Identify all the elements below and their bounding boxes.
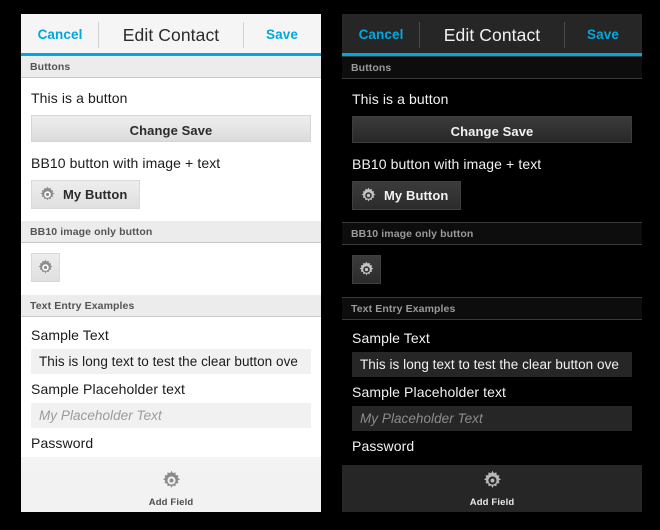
dark-theme-panel: Cancel Edit Contact Save Buttons This is…: [342, 14, 642, 512]
text-entry-section: Sample Text Sample Placeholder text Pass…: [342, 320, 642, 460]
form-body: Buttons This is a button Change Save BB1…: [21, 56, 321, 512]
form-body: Buttons This is a button Change Save BB1…: [342, 56, 642, 512]
text-entry-section: Sample Text Sample Placeholder text Pass…: [21, 317, 321, 457]
sample-placeholder-input[interactable]: [352, 406, 632, 431]
gear-icon: [482, 470, 503, 496]
gear-icon: [37, 259, 54, 276]
section-header-buttons: Buttons: [21, 56, 321, 78]
image-only-section: [21, 243, 321, 295]
my-button-label: My Button: [63, 187, 128, 202]
add-field-label: Add Field: [469, 496, 515, 508]
sample-placeholder-label: Sample Placeholder text: [352, 384, 507, 400]
sample-text-label: Sample Text: [352, 330, 430, 346]
my-button[interactable]: My Button: [31, 180, 141, 209]
section-header-image-only: BB10 image only button: [342, 222, 642, 245]
section-header-text-entry: Text Entry Examples: [342, 297, 642, 320]
sample-placeholder-label: Sample Placeholder text: [31, 381, 186, 397]
page-title: Edit Contact: [122, 24, 220, 45]
page-title: Edit Contact: [443, 24, 541, 45]
titlebar: Cancel Edit Contact Save: [342, 14, 642, 56]
gear-icon: [161, 470, 182, 496]
my-button[interactable]: My Button: [352, 181, 462, 210]
section-header-buttons: Buttons: [342, 56, 642, 79]
gear-icon: [360, 187, 377, 204]
sample-text-label: Sample Text: [31, 327, 109, 343]
buttons-section: This is a button Change Save BB10 button…: [21, 78, 321, 221]
screenshot-stage: Cancel Edit Contact Save Buttons This is…: [0, 0, 660, 530]
sample-text-input[interactable]: [352, 352, 632, 377]
save-button[interactable]: Save: [564, 14, 642, 56]
sample-placeholder-input[interactable]: [31, 403, 311, 428]
change-save-button[interactable]: Change Save: [31, 115, 311, 142]
password-label: Password: [31, 435, 94, 451]
this-is-a-button-label: This is a button: [31, 90, 128, 106]
section-header-text-entry: Text Entry Examples: [21, 295, 321, 317]
buttons-section: This is a button Change Save BB10 button…: [342, 79, 642, 222]
password-label: Password: [352, 438, 415, 454]
change-save-button-label: Change Save: [450, 124, 534, 139]
my-button-label: My Button: [384, 188, 449, 203]
image-only-section: [342, 245, 642, 297]
cancel-button[interactable]: Cancel: [21, 14, 99, 56]
sample-text-input[interactable]: [31, 349, 311, 374]
cancel-button[interactable]: Cancel: [342, 14, 420, 56]
image-only-button[interactable]: [352, 255, 381, 284]
add-field-button[interactable]: Add Field: [21, 465, 321, 512]
image-text-button-label: BB10 button with image + text: [31, 155, 221, 171]
gear-icon: [358, 261, 375, 278]
change-save-button[interactable]: Change Save: [352, 116, 632, 143]
save-button[interactable]: Save: [243, 14, 321, 56]
titlebar: Cancel Edit Contact Save: [21, 14, 321, 56]
image-only-button[interactable]: [31, 253, 60, 282]
add-field-button[interactable]: Add Field: [342, 465, 642, 512]
add-field-label: Add Field: [148, 496, 194, 508]
section-header-image-only: BB10 image only button: [21, 221, 321, 243]
gear-icon: [39, 186, 56, 203]
change-save-button-label: Change Save: [129, 123, 213, 138]
this-is-a-button-label: This is a button: [352, 91, 449, 107]
light-theme-panel: Cancel Edit Contact Save Buttons This is…: [21, 14, 321, 512]
image-text-button-label: BB10 button with image + text: [352, 156, 542, 172]
